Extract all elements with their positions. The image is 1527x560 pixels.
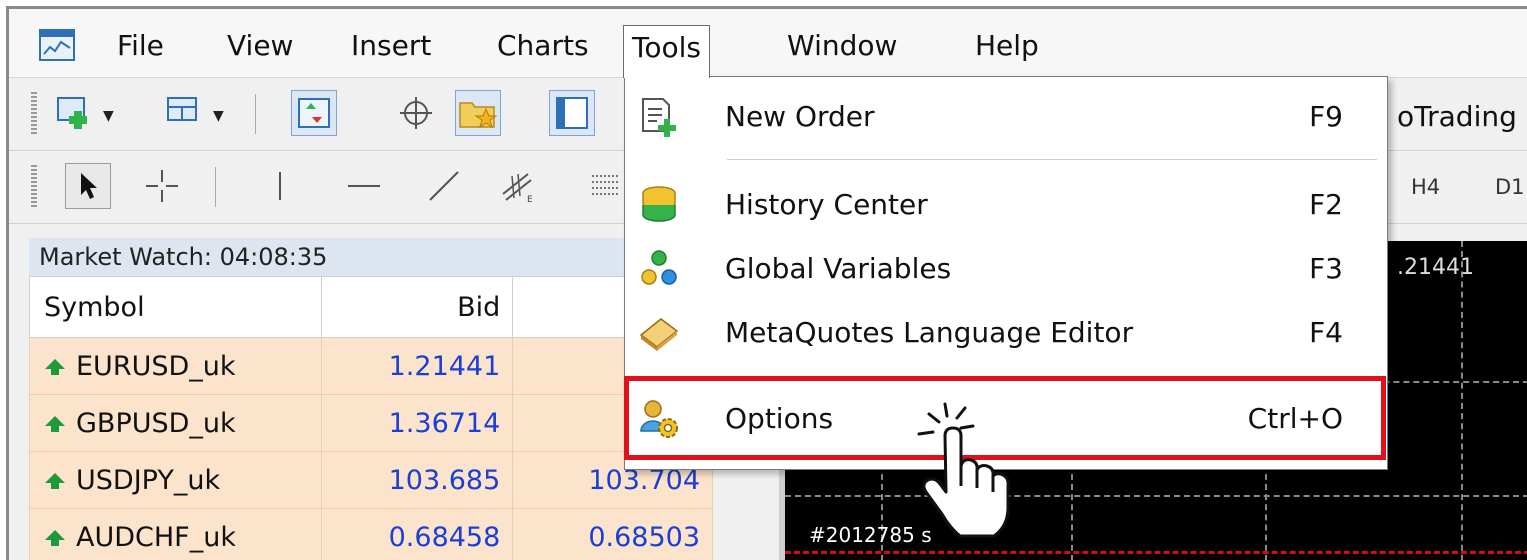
menu-window[interactable]: Window [779, 23, 905, 69]
menu-file[interactable]: File [109, 23, 172, 69]
grid-line [785, 495, 1527, 497]
new-chart-icon [57, 97, 87, 129]
table-row[interactable]: USDJPY_uk 103.685 103.704 [29, 451, 713, 509]
market-watch-icon [298, 98, 330, 128]
terminal-window-icon [556, 97, 588, 129]
menu-bar: File View Insert Charts Tools Window Hel… [9, 9, 1527, 78]
column-header-bid[interactable]: Bid [320, 276, 514, 338]
menu-item-shortcut: F2 [1309, 188, 1343, 221]
market-watch-button[interactable] [291, 90, 337, 136]
menu-item-label: MetaQuotes Language Editor [725, 316, 1134, 349]
navigator-button[interactable] [455, 90, 501, 136]
crosshair-icon [146, 170, 178, 202]
arrow-up-icon [45, 530, 65, 546]
symbol-cell: EURUSD_uk [76, 350, 236, 382]
menu-item-metaquotes-language-editor[interactable]: MetaQuotes Language Editor F4 [625, 303, 1387, 363]
toolbar-separator [255, 94, 256, 134]
menu-insert[interactable]: Insert [343, 23, 439, 69]
menu-item-shortcut: F3 [1309, 252, 1343, 285]
order-level-line [785, 551, 1527, 554]
global-variables-icon [641, 250, 677, 285]
horizontal-line-icon [348, 185, 380, 187]
arrow-up-icon [45, 359, 65, 375]
fibonacci-icon [592, 175, 620, 195]
table-row[interactable]: EURUSD_uk 1.21441 1.21 [29, 337, 713, 395]
data-window-button[interactable] [393, 90, 439, 136]
menu-item-label: Global Variables [725, 252, 952, 285]
toolbar-grip[interactable] [31, 92, 37, 136]
chart-price-label: .21441 [1397, 255, 1474, 280]
menu-item-new-order[interactable]: New Order F9 [625, 87, 1387, 147]
toolbar-separator [215, 167, 216, 207]
equidistant-channel-button[interactable]: E [495, 163, 541, 209]
crosshair-button[interactable] [139, 163, 185, 209]
metaeditor-book-icon [639, 318, 679, 351]
bid-cell: 1.36714 [320, 394, 514, 452]
bid-cell: 1.21441 [320, 337, 514, 395]
trendline-button[interactable] [421, 163, 467, 209]
horizontal-line-button[interactable] [341, 163, 387, 209]
history-center-icon [642, 186, 676, 222]
menu-separator [727, 159, 1377, 160]
vertical-line-icon [279, 172, 281, 200]
cursor-arrow-icon [81, 173, 97, 199]
svg-text:E: E [527, 195, 533, 204]
symbol-cell: AUDCHF_uk [76, 521, 236, 553]
chevron-down-icon[interactable]: ▼ [103, 108, 114, 124]
fibonacci-button[interactable] [581, 163, 627, 209]
symbol-cell: GBPUSD_uk [76, 407, 236, 439]
table-row[interactable]: GBPUSD_uk 1.36714 1.36 [29, 394, 713, 452]
toolbar-grip[interactable] [31, 165, 37, 209]
auto-trading-button-label[interactable]: oTrading [1397, 100, 1517, 133]
menu-tools[interactable]: Tools [623, 25, 710, 78]
ask-cell: 0.68503 [512, 508, 713, 560]
new-order-icon [642, 98, 676, 137]
menu-item-shortcut: F9 [1309, 100, 1343, 133]
navigator-folder-star-icon [459, 102, 498, 129]
app-logo-icon [39, 29, 75, 61]
menu-view[interactable]: View [219, 23, 301, 69]
vertical-line-button[interactable] [257, 163, 303, 209]
bid-cell: 103.685 [320, 451, 514, 509]
table-row[interactable]: AUDCHF_uk 0.68458 0.68503 [29, 508, 713, 560]
hand-pointer-icon [917, 402, 1010, 538]
menu-item-shortcut: F4 [1309, 316, 1343, 349]
grid-line [1461, 241, 1463, 560]
menu-item-label: New Order [725, 100, 875, 133]
channel-icon: E [502, 173, 533, 204]
crosshair-target-icon [400, 97, 432, 129]
menu-item-global-variables[interactable]: Global Variables F3 [625, 239, 1387, 299]
symbol-cell: USDJPY_uk [76, 464, 221, 496]
menu-charts[interactable]: Charts [489, 23, 597, 69]
arrow-up-icon [45, 416, 65, 432]
timeframe-d1[interactable]: D1 [1495, 175, 1525, 199]
terminal-button[interactable] [549, 90, 595, 136]
chevron-down-icon[interactable]: ▼ [213, 108, 224, 124]
column-header-symbol[interactable]: Symbol [29, 276, 322, 338]
bid-cell: 0.68458 [320, 508, 514, 560]
menu-item-history-center[interactable]: History Center F2 [625, 175, 1387, 235]
menu-help[interactable]: Help [967, 23, 1047, 69]
arrow-up-icon [45, 473, 65, 489]
profiles-button[interactable] [163, 90, 209, 136]
cursor-button[interactable] [65, 163, 111, 209]
timeframe-h4[interactable]: H4 [1411, 175, 1440, 199]
trendline-icon [429, 171, 459, 201]
profiles-icon [167, 97, 197, 121]
market-watch-table: Symbol Bid EURUSD_uk 1.21441 1.21 GBPUSD… [29, 276, 713, 560]
new-chart-button[interactable] [53, 90, 99, 136]
menu-item-label: History Center [725, 188, 928, 221]
